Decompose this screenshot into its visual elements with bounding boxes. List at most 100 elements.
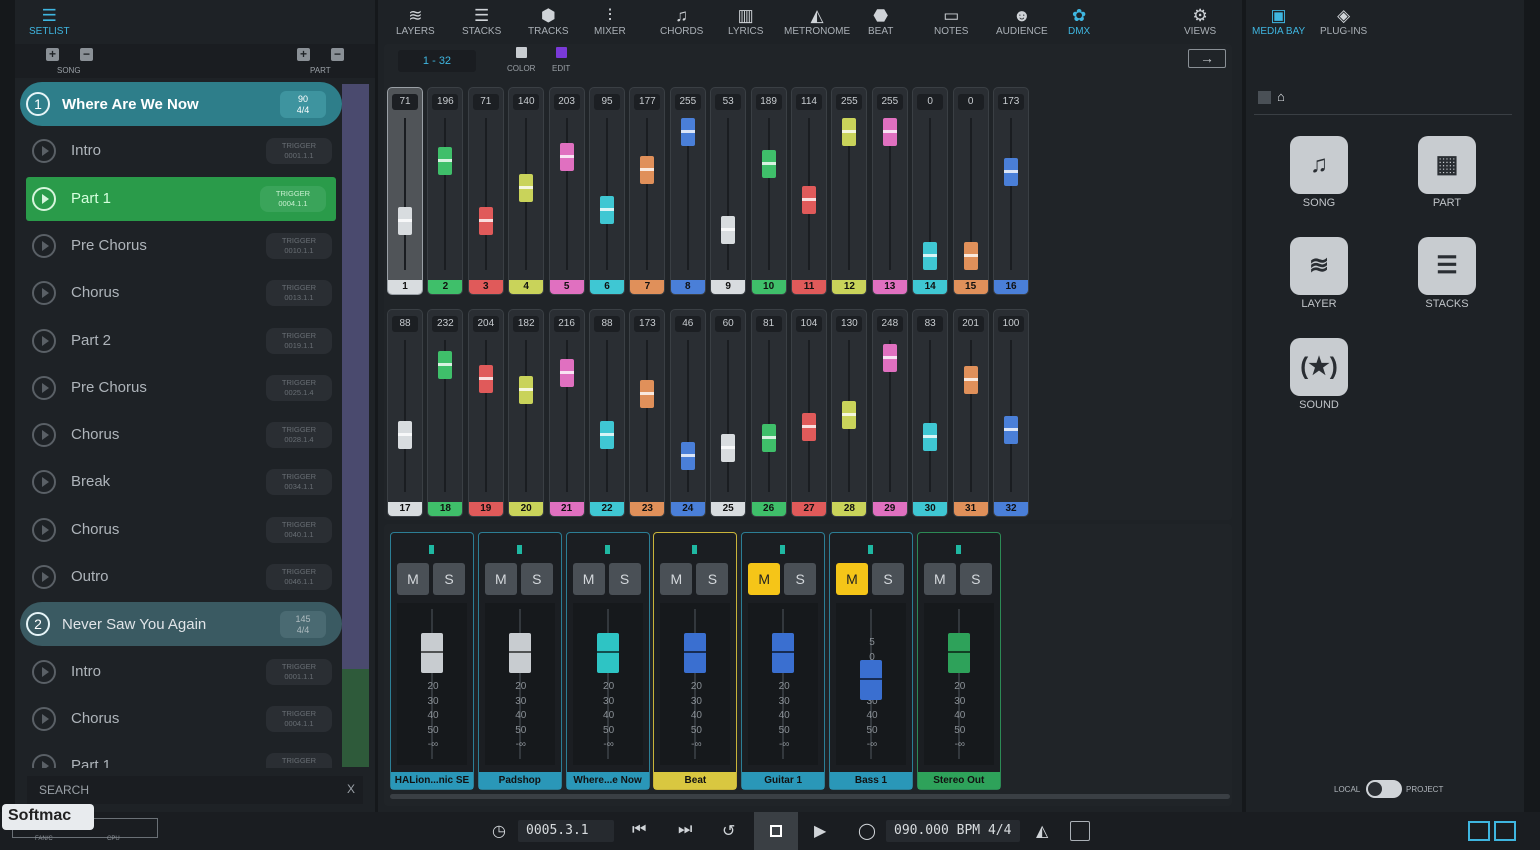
add-song-button[interactable]: + xyxy=(46,48,59,61)
setlist-part[interactable]: Pre Chorus TRIGGER 0010.1.1 xyxy=(20,224,342,268)
tab-chords[interactable]: ♫ CHORDS xyxy=(660,6,703,37)
setlist-part[interactable]: Chorus TRIGGER 0040.1.1 xyxy=(20,508,342,552)
position-display[interactable]: 0005.3.1 xyxy=(518,820,614,842)
channel-value[interactable]: 203 xyxy=(553,94,580,110)
channel-value[interactable]: 88 xyxy=(392,316,418,332)
setlist-part[interactable]: Break TRIGGER 0034.1.1 xyxy=(20,460,342,504)
solo-button[interactable]: S xyxy=(872,563,904,595)
dmx-channel[interactable]: 88 22 xyxy=(589,309,625,517)
select-checkbox[interactable] xyxy=(1258,91,1271,104)
setlist-part[interactable]: Pre Chorus TRIGGER 0025.1.4 xyxy=(20,366,342,410)
fader-knob[interactable] xyxy=(640,156,655,185)
play-icon[interactable] xyxy=(32,233,56,258)
add-part-button[interactable]: + xyxy=(297,48,310,61)
strip-name[interactable]: Where...e Now xyxy=(566,772,649,789)
dmx-channel[interactable]: 255 8 xyxy=(669,87,706,295)
dmx-channel[interactable]: 130 28 xyxy=(831,309,868,517)
tab-layers[interactable]: ≋ LAYERS xyxy=(396,6,435,37)
dmx-channel[interactable]: 216 21 xyxy=(548,309,585,517)
fader-knob[interactable] xyxy=(519,173,534,202)
play-icon[interactable] xyxy=(32,139,56,164)
next-page-button[interactable]: → xyxy=(1188,49,1226,68)
channel-value[interactable]: 46 xyxy=(674,316,701,332)
home-icon[interactable]: ⌂ xyxy=(1277,89,1285,104)
dmx-channel[interactable]: 173 16 xyxy=(993,87,1029,295)
dmx-channel[interactable]: 83 30 xyxy=(912,309,949,517)
dmx-channel[interactable]: 232 18 xyxy=(427,309,464,517)
mute-button[interactable]: M xyxy=(572,563,605,595)
strip-name[interactable]: HALion...nic SE xyxy=(391,772,473,789)
fader-knob[interactable] xyxy=(923,242,938,270)
fader-knob[interactable] xyxy=(1004,415,1018,444)
stacks-icon[interactable]: ☰ xyxy=(1418,237,1476,295)
play-icon[interactable] xyxy=(32,281,56,306)
sound-icon[interactable]: (★) xyxy=(1290,338,1348,396)
setlist-song[interactable]: 2 Never Saw You Again 145 4/4 xyxy=(20,602,342,647)
mixer-scrollbar[interactable] xyxy=(390,794,1230,799)
edit-swatch-icon[interactable] xyxy=(556,47,567,58)
dmx-channel[interactable]: 0 15 xyxy=(952,87,989,295)
fader-knob[interactable] xyxy=(680,118,695,146)
play-icon[interactable] xyxy=(32,754,56,768)
strip-name[interactable]: Guitar 1 xyxy=(742,772,825,789)
channel-value[interactable]: 71 xyxy=(472,94,499,110)
dmx-channel[interactable]: 104 27 xyxy=(791,309,827,517)
channel-value[interactable]: 71 xyxy=(392,94,418,110)
solo-button[interactable]: S xyxy=(608,563,641,595)
channel-value[interactable]: 88 xyxy=(594,316,620,332)
tab-beat[interactable]: ⬣ BEAT xyxy=(868,6,893,37)
solo-button[interactable]: S xyxy=(520,563,553,595)
strip-name[interactable]: Beat xyxy=(654,772,737,789)
left-pane-toggle-icon[interactable] xyxy=(1468,821,1490,841)
volume-fader[interactable] xyxy=(508,633,531,673)
channel-value[interactable]: 60 xyxy=(715,316,742,332)
channel-value[interactable]: 182 xyxy=(513,316,540,332)
fader-knob[interactable] xyxy=(842,400,857,429)
setlist-tab[interactable]: ☰ SETLIST xyxy=(29,6,70,37)
search-clear-button[interactable]: X xyxy=(347,782,355,796)
solo-button[interactable]: S xyxy=(696,563,729,595)
mute-button[interactable]: M xyxy=(836,563,868,595)
channel-value[interactable]: 189 xyxy=(755,94,782,110)
play-icon[interactable] xyxy=(32,375,56,400)
mute-button[interactable]: M xyxy=(923,563,956,595)
fader-knob[interactable] xyxy=(963,366,978,395)
channel-value[interactable]: 173 xyxy=(998,94,1024,110)
channel-value[interactable]: 53 xyxy=(715,94,742,110)
window-toggle-icon[interactable] xyxy=(1070,821,1090,841)
channel-value[interactable]: 196 xyxy=(432,94,459,110)
volume-fader[interactable] xyxy=(860,660,882,700)
play-icon[interactable] xyxy=(32,328,56,353)
layer-icon[interactable]: ≋ xyxy=(1290,237,1348,295)
solo-button[interactable]: S xyxy=(784,563,817,595)
setlist-part[interactable]: Part 1 TRIGGER 0004.1.1 xyxy=(26,176,336,221)
channel-value[interactable]: 81 xyxy=(755,316,782,332)
dmx-channel[interactable]: 46 24 xyxy=(669,309,706,517)
fader-knob[interactable] xyxy=(398,420,412,449)
media-bay-tab[interactable]: ▣ MEDIA BAY xyxy=(1252,6,1305,37)
channel-value[interactable]: 216 xyxy=(553,316,580,332)
dmx-channel[interactable]: 88 17 xyxy=(387,309,423,517)
tab-dmx[interactable]: ✿ DMX xyxy=(1068,6,1090,37)
dmx-channel[interactable]: 196 2 xyxy=(427,87,464,295)
dmx-channel[interactable]: 204 19 xyxy=(467,309,504,517)
dmx-channel[interactable]: 95 6 xyxy=(589,87,625,295)
dmx-channel[interactable]: 53 9 xyxy=(710,87,747,295)
channel-value[interactable]: 0 xyxy=(957,94,984,110)
fader-knob[interactable] xyxy=(802,186,816,215)
dmx-channel[interactable]: 248 29 xyxy=(871,309,908,517)
fader-knob[interactable] xyxy=(438,146,453,175)
channel-value[interactable]: 204 xyxy=(472,316,499,332)
setlist-part[interactable]: Chorus TRIGGER 0013.1.1 xyxy=(20,271,342,315)
setlist-part[interactable]: Chorus TRIGGER 0004.1.1 xyxy=(20,697,342,741)
strip-name[interactable]: Padshop xyxy=(478,772,561,789)
channel-value[interactable]: 104 xyxy=(796,316,822,332)
record-icon[interactable]: ◯ xyxy=(858,821,876,841)
channel-value[interactable]: 130 xyxy=(836,316,863,332)
fader-knob[interactable] xyxy=(923,423,938,452)
dmx-channel[interactable]: 173 23 xyxy=(629,309,666,517)
local-project-toggle[interactable] xyxy=(1366,780,1402,798)
fader-knob[interactable] xyxy=(680,441,695,470)
channel-value[interactable]: 0 xyxy=(917,94,944,110)
clock-icon[interactable]: ◷ xyxy=(492,821,506,841)
